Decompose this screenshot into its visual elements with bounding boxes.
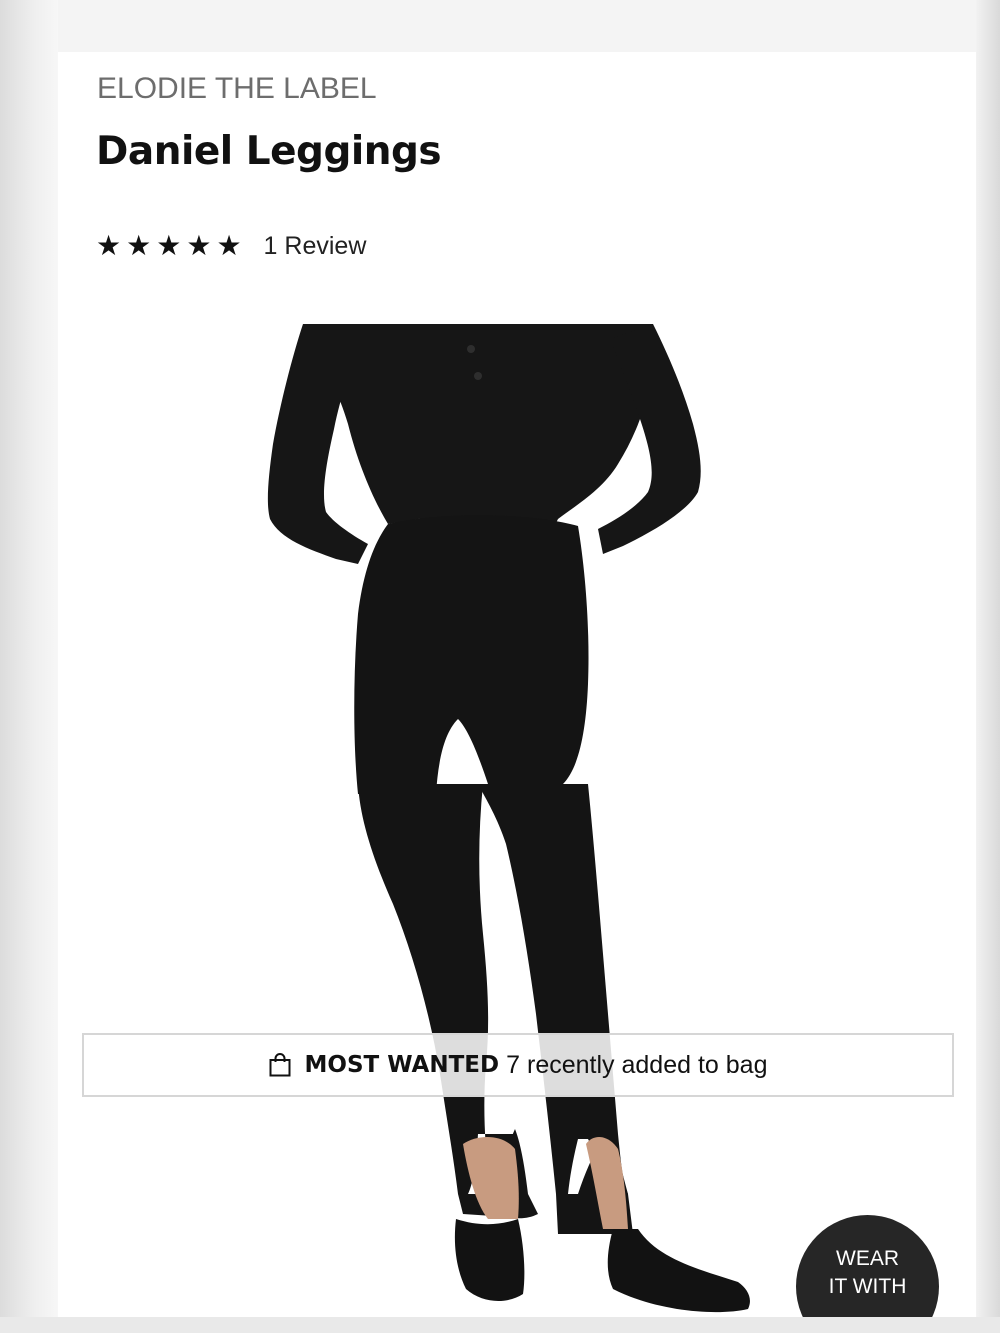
product-card: ELODIE THE LABEL Daniel Leggings ★ ★ ★ ★… xyxy=(58,52,976,1317)
star-icon: ★ xyxy=(96,230,122,261)
brand-name[interactable]: ELODIE THE LABEL xyxy=(97,72,377,106)
star-icon: ★ xyxy=(216,230,242,261)
review-count-link[interactable]: 1 Review xyxy=(264,228,367,264)
product-title: Daniel Leggings xyxy=(96,129,442,174)
most-wanted-text: recently added to bag xyxy=(527,1050,768,1079)
most-wanted-label: MOST WANTED xyxy=(304,1052,500,1078)
most-wanted-banner: MOST WANTED 7 recently added to bag xyxy=(82,1033,954,1097)
screen-bottom-strip xyxy=(0,1317,1000,1333)
star-icon: ★ xyxy=(126,230,152,261)
right-edge-shadow xyxy=(976,0,1000,1333)
star-icon: ★ xyxy=(156,230,182,261)
wear-it-with-line2: IT WITH xyxy=(828,1275,907,1298)
most-wanted-count: 7 xyxy=(506,1050,521,1079)
wear-it-with-line1: WEAR xyxy=(836,1247,899,1270)
screen-top-strip xyxy=(0,0,1000,52)
rating-row[interactable]: ★ ★ ★ ★ ★ 1 Review xyxy=(96,228,366,264)
shopping-bag-icon xyxy=(269,1053,291,1077)
left-edge-shadow xyxy=(0,0,58,1333)
product-image[interactable] xyxy=(58,314,976,1317)
star-icon: ★ xyxy=(186,230,212,261)
